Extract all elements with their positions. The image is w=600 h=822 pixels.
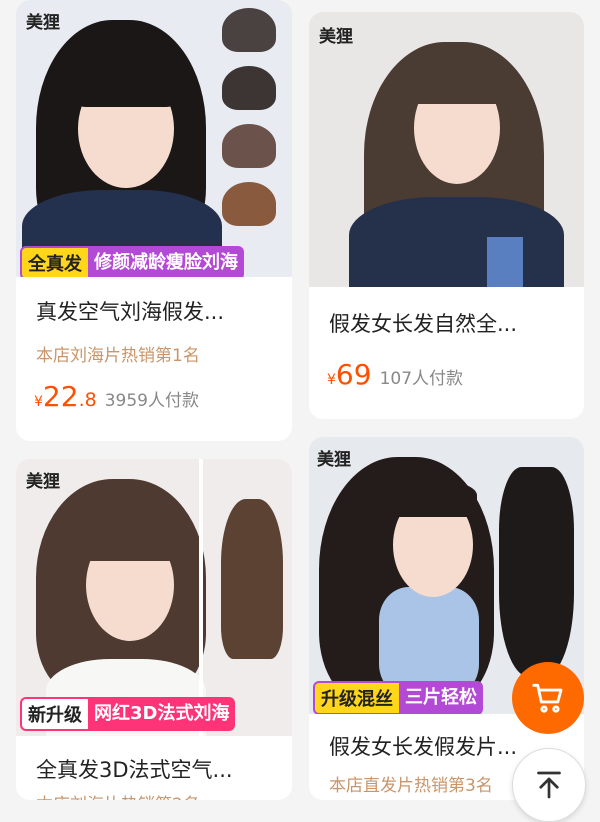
- hair-extension-sample: [499, 467, 574, 677]
- product-title[interactable]: 全真发3D法式空气...: [36, 754, 233, 784]
- bang-sample: [222, 8, 276, 52]
- product-image-1[interactable]: 美狸 全真发 修颜减龄瘦脸刘海: [16, 0, 292, 277]
- brand-logo: 美狸: [26, 13, 60, 33]
- bang-sample: [222, 182, 276, 226]
- bang-sample: [222, 66, 276, 110]
- price-decimal: .8: [78, 389, 97, 411]
- jacket-shape: [349, 197, 564, 287]
- product-title[interactable]: 假发女长发假发片...: [329, 731, 517, 761]
- product-rank: 本店直发片热销第3名: [329, 776, 493, 796]
- product-rank: 本店刘海片热销第1名: [36, 346, 200, 366]
- product-rank: 本店刘海片热销第2名: [36, 790, 200, 800]
- currency-symbol: ¥: [327, 372, 336, 388]
- sold-count: 3959人付款: [104, 391, 199, 411]
- promo-badges: 新升级 网红3D法式刘海: [20, 697, 236, 731]
- product-card-1[interactable]: 美狸 全真发 修颜减龄瘦脸刘海 真发空气刘海假发... 本店刘海片热销第1名 ¥…: [16, 0, 292, 441]
- tie-shape: [487, 237, 523, 287]
- bangs-shape: [82, 517, 178, 561]
- price-row: ¥69 107人付款: [327, 358, 463, 391]
- product-card-3[interactable]: 美狸 新升级 网红3D法式刘海 全真发3D法式空气... 本店刘海片热销第2名: [16, 459, 292, 800]
- back-to-top-button[interactable]: [512, 748, 586, 822]
- promo-badge-main: 升级混丝: [313, 681, 399, 714]
- product-image-2[interactable]: 美狸: [309, 12, 584, 287]
- arrow-up-icon: [537, 771, 561, 799]
- promo-badge-tag: 三片轻松: [399, 681, 483, 714]
- promo-badge-tag: 网红3D法式刘海: [88, 697, 236, 731]
- price-row: ¥22.8 3959人付款: [34, 380, 199, 413]
- brand-logo: 美狸: [319, 27, 353, 47]
- product-title[interactable]: 真发空气刘海假发...: [36, 296, 224, 326]
- bangs-shape: [409, 60, 505, 104]
- promo-badge-main: 全真发: [20, 246, 88, 277]
- sold-count: 107人付款: [379, 369, 464, 389]
- brand-logo: 美狸: [317, 450, 351, 470]
- hairpiece-sample: [221, 499, 283, 659]
- bangs-shape: [389, 481, 477, 517]
- promo-badge-main: 新升级: [20, 697, 88, 731]
- brand-logo: 美狸: [26, 472, 60, 492]
- price-integer: 69: [335, 358, 372, 391]
- promo-badge-tag: 修颜减龄瘦脸刘海: [88, 246, 244, 277]
- product-title[interactable]: 假发女长发自然全...: [329, 308, 517, 338]
- promo-badges: 升级混丝 三片轻松: [313, 681, 483, 714]
- bangs-shape: [76, 55, 176, 107]
- cart-icon: [532, 683, 563, 713]
- product-card-2[interactable]: 美狸 假发女长发自然全... ¥69 107人付款: [309, 12, 584, 419]
- product-image-3[interactable]: 美狸 新升级 网红3D法式刘海: [16, 459, 292, 736]
- product-card-4[interactable]: 美狸 升级混丝 三片轻松 假发女长发假发片... 本店直发片热销第3名: [309, 437, 584, 800]
- price-integer: 22: [42, 380, 79, 413]
- cart-button[interactable]: [512, 662, 584, 734]
- divider-line: [199, 459, 203, 736]
- promo-badges: 全真发 修颜减龄瘦脸刘海: [20, 246, 244, 277]
- currency-symbol: ¥: [34, 394, 43, 410]
- bang-sample: [222, 124, 276, 168]
